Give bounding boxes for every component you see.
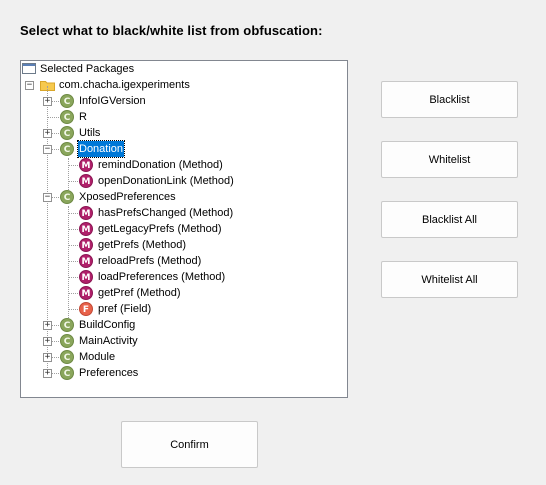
method-icon: M [79,270,93,284]
tree-node-label: getLegacyPrefs (Method) [98,223,222,235]
tree-node[interactable]: MgetPrefs (Method) [21,237,347,253]
class-icon: C [60,126,74,140]
tree-node[interactable]: MopenDonationLink (Method) [21,173,347,189]
tree-root-label: Selected Packages [40,63,135,75]
tree-node-label: reloadPrefs (Method) [98,255,202,267]
method-icon: M [79,238,93,252]
package-tree[interactable]: Selected Packages − com.chacha.igexperim… [20,60,348,398]
method-icon: M [79,174,93,188]
collapse-icon[interactable]: − [25,81,34,90]
tree-node[interactable]: MgetLegacyPrefs (Method) [21,221,347,237]
collapse-icon[interactable]: − [43,193,52,202]
tree-node-label: loadPreferences (Method) [98,271,226,283]
root-icon [22,63,36,74]
tree-node-label: R [79,111,87,123]
class-icon: C [60,366,74,380]
class-icon: C [60,110,74,124]
tree-node[interactable]: Fpref (Field) [21,301,347,317]
tree-node-label: BuildConfig [79,319,136,331]
class-icon: C [60,94,74,108]
tree-node-label: pref (Field) [98,303,152,315]
class-icon: C [60,142,74,156]
tree-node-label: MainActivity [79,335,138,347]
class-icon: C [60,318,74,332]
blacklist-button[interactable]: Blacklist [381,81,518,118]
method-icon: M [79,286,93,300]
tree-node-label: InfoIGVersion [79,95,146,107]
blacklist-all-button[interactable]: Blacklist All [381,201,518,238]
tree-node-label: Donation [76,140,126,158]
tree-node[interactable]: CR [21,109,347,125]
expand-icon[interactable]: + [43,129,52,138]
tree-node[interactable]: + C Module [21,349,347,365]
tree-node-label: openDonationLink (Method) [98,175,234,187]
expand-icon[interactable]: + [43,353,52,362]
class-icon: C [60,334,74,348]
whitelist-all-button[interactable]: Whitelist All [381,261,518,298]
tree-node[interactable]: + C BuildConfig [21,317,347,333]
tree-node-label: getPref (Method) [98,287,181,299]
field-icon: F [79,302,93,316]
tree-node[interactable]: MreloadPrefs (Method) [21,253,347,269]
confirm-button[interactable]: Confirm [121,421,258,468]
tree-node-label: Module [79,351,116,363]
tree-node[interactable]: − C Donation [21,140,347,158]
tree-node-label: Utils [79,127,101,139]
method-icon: M [79,222,93,236]
tree-root[interactable]: Selected Packages [21,61,347,77]
expand-icon[interactable]: + [43,369,52,378]
class-icon: C [60,190,74,204]
tree-node[interactable]: MremindDonation (Method) [21,157,347,173]
dialog-title: Select what to black/white list from obf… [20,23,323,38]
tree-node-label: Preferences [79,367,139,379]
expand-icon[interactable]: + [43,97,52,106]
tree-node[interactable]: + C Utils [21,125,347,141]
method-icon: M [79,158,93,172]
tree-node[interactable]: MgetPref (Method) [21,285,347,301]
tree-node-label: hasPrefsChanged (Method) [98,207,234,219]
tree-node[interactable]: MhasPrefsChanged (Method) [21,205,347,221]
expand-icon[interactable]: + [43,337,52,346]
tree-node-label: getPrefs (Method) [98,239,187,251]
tree-node[interactable]: + C InfoIGVersion [21,93,347,109]
class-icon: C [60,350,74,364]
tree-node[interactable]: + C MainActivity [21,333,347,349]
method-icon: M [79,254,93,268]
collapse-icon[interactable]: − [43,145,52,154]
tree-node-label: XposedPreferences [79,191,176,203]
tree-package[interactable]: − com.chacha.igexperiments [21,77,347,93]
method-icon: M [79,206,93,220]
package-label: com.chacha.igexperiments [59,79,190,91]
expand-icon[interactable]: + [43,321,52,330]
tree-node[interactable]: − C XposedPreferences [21,189,347,205]
whitelist-button[interactable]: Whitelist [381,141,518,178]
tree-node-label: remindDonation (Method) [98,159,223,171]
tree-node[interactable]: MloadPreferences (Method) [21,269,347,285]
tree-node[interactable]: + C Preferences [21,365,347,381]
